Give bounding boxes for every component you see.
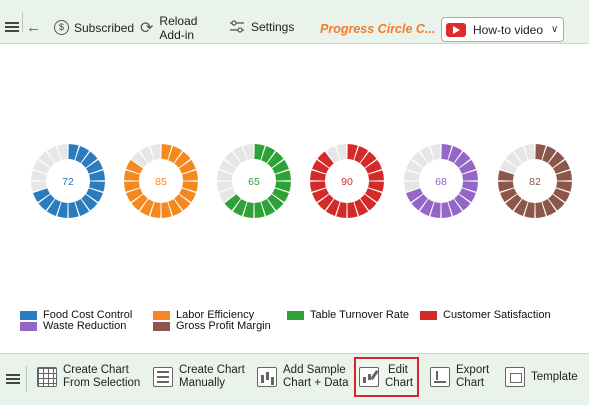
button-label: Template bbox=[531, 370, 578, 383]
button-label-line2: Chart + Data bbox=[283, 377, 349, 389]
settings-sliders-icon bbox=[230, 20, 244, 33]
button-label-line1: Add Sample bbox=[283, 364, 346, 376]
chart-area[interactable]: 72 85 65 90 68 82 Food Cost Control Labor Eff… bbox=[0, 45, 589, 353]
create-chart-from-selection-button[interactable]: Create Chart From Selection bbox=[37, 360, 140, 394]
reload-label-line2: Add-in bbox=[159, 28, 195, 42]
legend-swatch bbox=[153, 310, 170, 320]
subscribed-label: Subscribed bbox=[74, 20, 135, 35]
addin-title: Progress Circle C... bbox=[320, 22, 436, 36]
button-label-line1: Edit bbox=[388, 364, 408, 376]
toolbar-divider bbox=[26, 366, 27, 392]
export-chart-button[interactable]: Export Chart bbox=[430, 360, 489, 394]
top-toolbar: ← $ Subscribed ⟳ Reload Add-in Settings … bbox=[0, 0, 589, 44]
template-button[interactable]: Template bbox=[505, 360, 578, 394]
legend-item-gross-profit: Gross Profit Margin bbox=[153, 320, 271, 332]
legend-item-waste-reduction: Waste Reduction bbox=[20, 320, 126, 332]
progress-ring: 72 bbox=[31, 144, 105, 218]
table-grid-icon bbox=[37, 367, 57, 387]
legend-item-table-turnover: Table Turnover Rate bbox=[287, 309, 409, 321]
export-icon bbox=[430, 367, 450, 387]
sample-chart-icon bbox=[257, 367, 277, 387]
template-icon bbox=[505, 367, 525, 387]
subscribed-button[interactable]: $ Subscribed bbox=[54, 20, 134, 35]
progress-ring: 65 bbox=[217, 144, 291, 218]
youtube-icon bbox=[446, 22, 466, 37]
button-label-line1: Export bbox=[456, 364, 490, 376]
legend-label: Table Turnover Rate bbox=[310, 309, 410, 321]
menu-icon[interactable] bbox=[6, 374, 20, 385]
toolbar-divider bbox=[22, 12, 23, 32]
create-chart-manually-button[interactable]: Create Chart Manually bbox=[153, 360, 245, 394]
button-label-line2: From Selection bbox=[63, 377, 141, 389]
settings-label: Settings bbox=[251, 20, 295, 34]
howto-video-dropdown[interactable]: How-to video ∨ bbox=[441, 17, 564, 42]
legend-swatch bbox=[20, 321, 37, 331]
button-label-line2: Chart bbox=[456, 377, 485, 389]
button-label-line1: Create Chart bbox=[63, 364, 129, 376]
ring-value-label: 90 bbox=[341, 176, 353, 188]
progress-ring: 85 bbox=[124, 144, 198, 218]
legend-label: Customer Satisfaction bbox=[443, 309, 551, 321]
button-label-line2: Manually bbox=[179, 377, 226, 389]
chevron-down-icon: ∨ bbox=[551, 24, 559, 35]
legend-swatch bbox=[287, 310, 304, 320]
progress-circles-chart: 72 85 65 90 68 82 bbox=[31, 144, 572, 218]
legend-swatch bbox=[420, 310, 437, 320]
bottom-toolbar: Create Chart From Selection Create Chart… bbox=[0, 353, 589, 405]
reload-addin-button[interactable]: ⟳ Reload Add-in bbox=[140, 14, 197, 42]
legend-label: Gross Profit Margin bbox=[176, 320, 271, 332]
button-label-line1: Create Chart bbox=[179, 364, 245, 376]
settings-button[interactable]: Settings bbox=[229, 20, 294, 34]
legend-label: Waste Reduction bbox=[43, 320, 127, 332]
ring-value-label: 65 bbox=[248, 176, 260, 188]
howto-label: How-to video bbox=[473, 22, 544, 37]
edit-chart-icon bbox=[359, 367, 379, 387]
dollar-icon: $ bbox=[54, 20, 69, 35]
progress-ring: 90 bbox=[310, 144, 384, 218]
reload-label-line1: Reload bbox=[159, 14, 198, 28]
legend-swatch bbox=[20, 310, 37, 320]
list-icon bbox=[153, 367, 173, 387]
legend-item-customer-satisfaction: Customer Satisfaction bbox=[420, 309, 551, 321]
back-arrow-icon[interactable]: ← bbox=[26, 19, 41, 36]
ring-value-label: 85 bbox=[155, 176, 167, 188]
add-sample-chart-button[interactable]: Add Sample Chart + Data bbox=[257, 360, 349, 394]
progress-ring: 82 bbox=[498, 144, 572, 218]
reload-icon: ⟳ bbox=[140, 20, 154, 37]
edit-chart-button[interactable]: Edit Chart bbox=[359, 360, 413, 394]
legend-swatch bbox=[153, 321, 170, 331]
ring-value-label: 82 bbox=[529, 176, 541, 188]
button-label-line2: Chart bbox=[385, 377, 414, 389]
ring-value-label: 72 bbox=[62, 176, 74, 188]
ring-value-label: 68 bbox=[435, 176, 447, 188]
progress-ring: 68 bbox=[404, 144, 478, 218]
menu-icon[interactable] bbox=[5, 22, 19, 33]
